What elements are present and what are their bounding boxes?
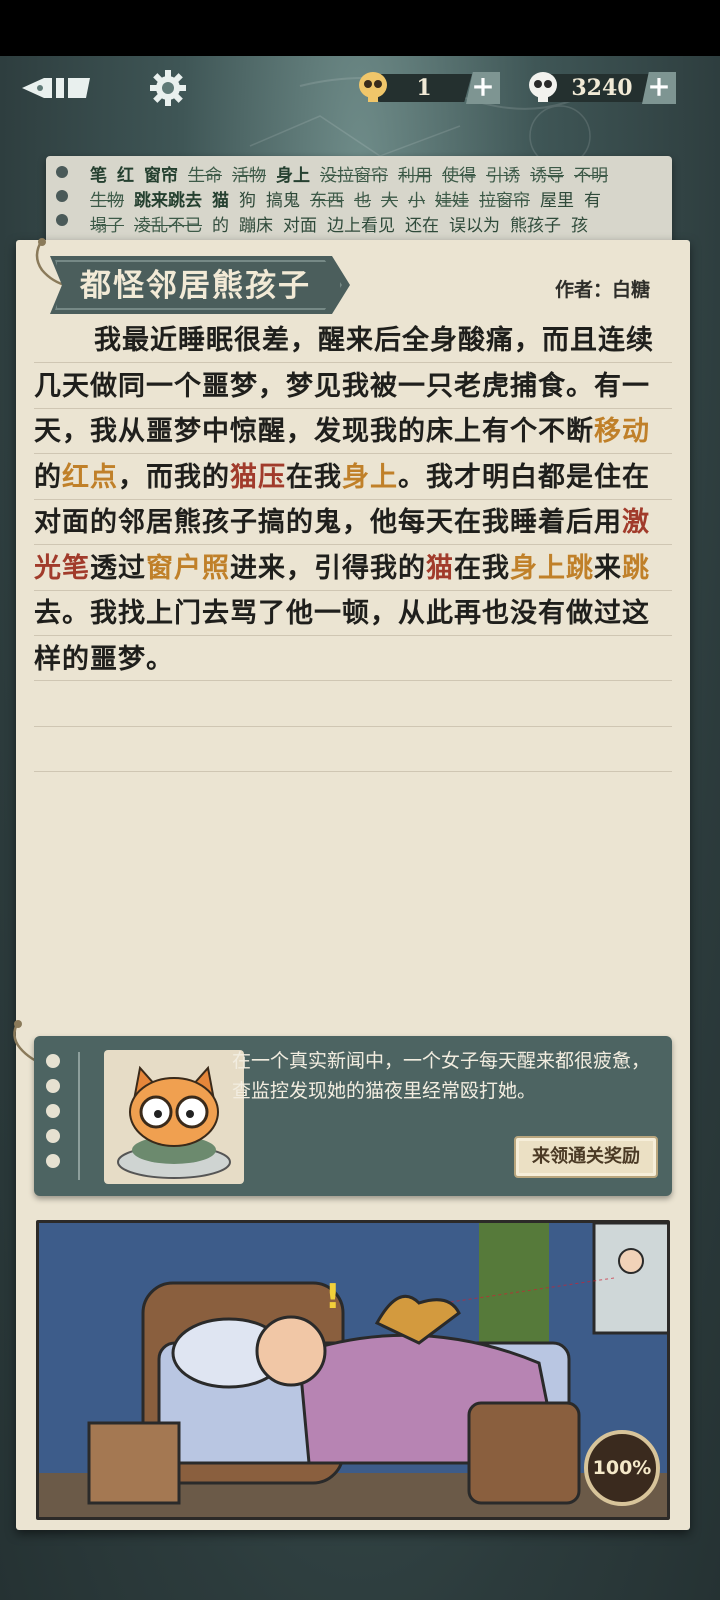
word-bank-word: 大 <box>381 191 398 211</box>
paper-holes <box>56 166 74 238</box>
word-bank-word: 利用 <box>398 166 432 186</box>
story-text: ，而我的 <box>118 461 230 493</box>
skull-coin-icon <box>359 72 387 102</box>
word-bank-word: 蹦床 <box>239 216 273 236</box>
story-keyword[interactable]: 红点 <box>62 462 118 493</box>
story-keyword[interactable]: 猫压 <box>230 462 286 493</box>
currency-1: 1 + <box>356 70 506 104</box>
word-bank-word: 猫 <box>212 191 229 211</box>
story-keyword[interactable]: 跳 <box>622 553 650 584</box>
word-bank: 笔红窗帘 生命 活物 身上 没拉窗帘 利用 使得 引诱 诱导 不明 生物 跳来跳去猫狗搞鬼 东西也大小娃… <box>90 164 662 239</box>
word-bank-word: 活物 <box>232 166 266 186</box>
status-bar <box>0 0 720 56</box>
story-text: 去。我找上门去骂了他一顿，从此再也没有做过这样的噩梦。 <box>34 598 650 675</box>
word-bank-word: 的 <box>212 216 229 236</box>
sleeping-man-cat-laser-illustration: ! <box>39 1223 667 1517</box>
story-keyword[interactable]: 窗户照 <box>146 553 230 584</box>
skull-coin-icon <box>529 72 557 102</box>
hint-card-holes <box>46 1054 60 1179</box>
word-bank-word: 娃娃 <box>435 191 469 211</box>
word-bank-word: 使得 <box>442 166 476 186</box>
word-bank-word: 没拉窗帘 <box>320 166 388 186</box>
word-bank-word: 有 <box>584 191 601 211</box>
word-bank-word: 窗帘 <box>144 166 178 186</box>
word-bank-row: 笔红窗帘 生命 活物 身上 没拉窗帘 利用 使得 引诱 诱导 不明 <box>90 164 662 189</box>
word-bank-word: 东西 <box>310 191 344 211</box>
word-bank-word: 对面 <box>283 216 317 236</box>
story-text: 在我 <box>454 552 510 584</box>
word-bank-word: 身上 <box>276 166 310 186</box>
progress-badge: 100% <box>584 1430 660 1506</box>
word-bank-word: 误以为 <box>449 216 500 236</box>
story-author: 作者：白糖 <box>554 279 650 301</box>
gear-icon <box>150 70 186 106</box>
word-bank-word: 塌了 <box>90 216 124 236</box>
settings-button[interactable] <box>144 66 192 110</box>
pen-nib-back-icon <box>22 78 90 98</box>
word-bank-word: 边上看见 <box>327 216 395 236</box>
story-text: 我最近睡眠很差，醒来后全身酸痛，而且连续几天做同一个噩梦，梦见我被一只老虎捕食。… <box>34 325 654 447</box>
word-bank-word: 搞鬼 <box>266 191 300 211</box>
svg-text:!: ! <box>325 1277 341 1317</box>
word-bank-word: 引诱 <box>486 166 520 186</box>
cat-with-glasses-icon <box>117 1065 231 1179</box>
currency-2: 3240 + <box>526 70 676 104</box>
story-keyword[interactable]: 身上 <box>342 462 398 493</box>
word-bank-word: 熊孩子 <box>510 216 561 236</box>
word-bank-word: 拉窗帘 <box>479 191 530 211</box>
word-bank-word: 狗 <box>239 191 256 211</box>
word-bank-word: 不明 <box>574 166 608 186</box>
story-illustration: ! <box>36 1220 670 1520</box>
word-bank-word: 生物 <box>90 191 124 211</box>
hint-text: 在一个真实新闻中，一个女子每天醒来都很疲惫，查监控发现她的猫夜里经常殴打她。 <box>232 1050 651 1102</box>
word-bank-word: 红 <box>117 166 134 186</box>
word-bank-word: 还在 <box>405 216 439 236</box>
word-bank-word: 笔 <box>90 166 107 186</box>
claim-reward-button[interactable]: 来领通关奖励 <box>514 1136 658 1178</box>
hint-portrait <box>104 1050 244 1184</box>
word-bank-word: 诱导 <box>530 166 564 186</box>
story-keyword[interactable]: 移动 <box>594 416 650 447</box>
word-bank-row: 塌了 凌乱不已的蹦床 对面 边上看见 还在 误以为 熊孩子孩 <box>90 214 662 239</box>
story-keyword[interactable]: 猫 <box>426 553 454 584</box>
story-text: 进来，引得我的 <box>230 552 426 584</box>
word-bank-paper: 笔红窗帘 生命 活物 身上 没拉窗帘 利用 使得 引诱 诱导 不明 生物 跳来跳去猫狗搞鬼 东西也大小娃… <box>46 156 672 252</box>
top-bar: 1 + 3240 + <box>0 56 720 118</box>
word-bank-row: 生物 跳来跳去猫狗搞鬼 东西也大小娃娃 拉窗帘 屋里有 <box>90 189 662 214</box>
story-text: 的 <box>34 461 62 493</box>
story-text: 来 <box>594 552 622 584</box>
word-bank-word: 生命 <box>188 166 222 186</box>
word-bank-word: 孩 <box>571 216 588 236</box>
currency-1-value: 1 <box>376 74 472 102</box>
word-bank-word: 也 <box>354 191 371 211</box>
story-text: 透过 <box>90 552 146 584</box>
story-text: 在我 <box>286 461 342 493</box>
word-bank-word: 跳来跳去 <box>134 191 202 211</box>
word-bank-word: 凌乱不已 <box>134 216 202 236</box>
word-bank-word: 小 <box>408 191 425 211</box>
story-title: 都怪邻居熊孩子 <box>80 268 311 304</box>
back-button[interactable] <box>14 66 98 110</box>
story-body: 我最近睡眠很差，醒来后全身酸痛，而且连续几天做同一个噩梦，梦见我被一只老虎捕食。… <box>34 318 664 682</box>
currency-2-value: 3240 <box>546 74 658 102</box>
story-keyword[interactable]: 身上跳 <box>510 553 594 584</box>
word-bank-word: 屋里 <box>540 191 574 211</box>
